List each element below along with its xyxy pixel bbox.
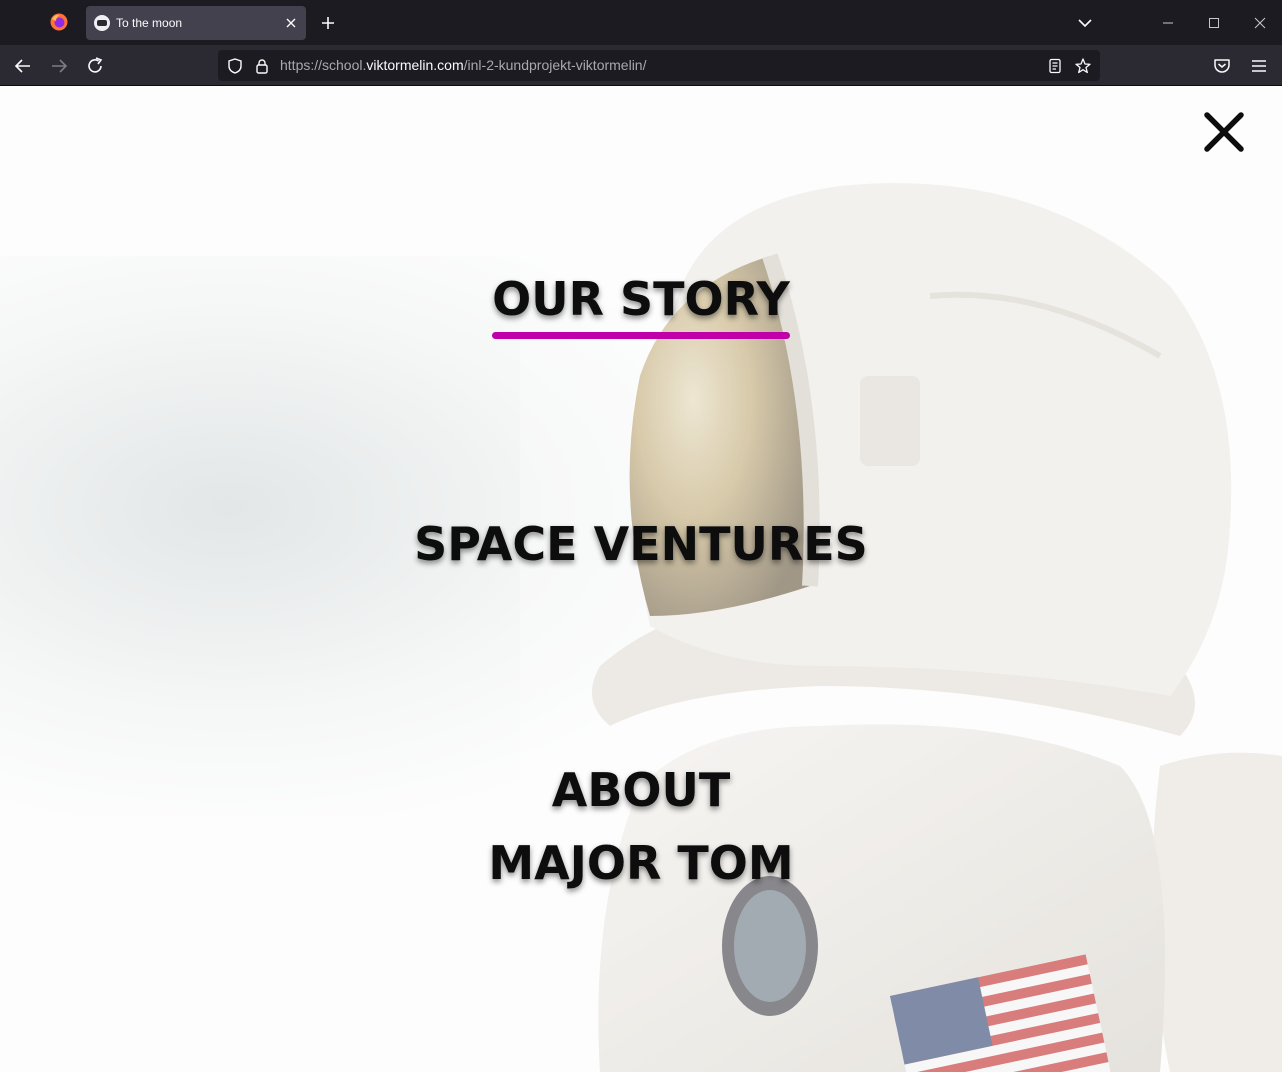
pocket-icon[interactable] [1211,55,1233,77]
url-text[interactable]: https://school.viktormelin.com/inl-2-kun… [280,57,646,74]
tab-title: To the moon [116,16,183,30]
new-tab-icon[interactable] [318,13,338,33]
menu-link-major-tom[interactable]: MAJOR TOM [0,836,1282,890]
menu-link-label: ABOUT [551,763,731,817]
browser-nav-bar: https://school.viktormelin.com/inl-2-kun… [0,45,1282,86]
maximize-icon[interactable] [1204,13,1224,33]
bookmark-star-icon[interactable] [1074,57,1092,75]
url-path: /inl-2-kundprojekt-viktormelin/ [463,57,647,73]
close-icon[interactable] [1200,108,1248,156]
menu-link-label: SPACE VENTURES [414,517,868,571]
menu-link-label: OUR STORY [492,272,790,326]
shield-icon[interactable] [226,57,244,75]
menu-link-space-ventures[interactable]: SPACE VENTURES [0,517,1282,571]
tab-list-icon[interactable] [1075,13,1095,33]
firefox-logo[interactable] [49,12,69,32]
url-bar[interactable]: https://school.viktormelin.com/inl-2-kun… [218,50,1100,81]
menu-link-label: MAJOR TOM [488,836,794,890]
forward-icon[interactable] [48,55,70,77]
active-underline [492,332,790,339]
url-domain: viktormelin.com [366,57,464,73]
menu-link-our-story[interactable]: OUR STORY [0,272,1282,339]
page-viewport: OUR STORY SPACE VENTURES ABOUT MAJOR TOM [0,86,1282,1072]
lock-icon[interactable] [253,57,271,75]
reader-view-icon[interactable] [1046,57,1064,75]
browser-tab[interactable]: To the moon [86,6,306,40]
menu-link-about[interactable]: ABOUT [0,763,1282,817]
url-prefix: https://school. [280,57,367,73]
tab-close-icon[interactable] [282,14,300,32]
reload-icon[interactable] [84,55,106,77]
back-icon[interactable] [12,55,34,77]
minimize-icon[interactable] [1158,13,1178,33]
browser-tab-bar: To the moon [0,0,1282,45]
tab-favicon [94,15,110,31]
window-close-icon[interactable] [1250,13,1270,33]
hamburger-menu-icon[interactable] [1248,55,1270,77]
